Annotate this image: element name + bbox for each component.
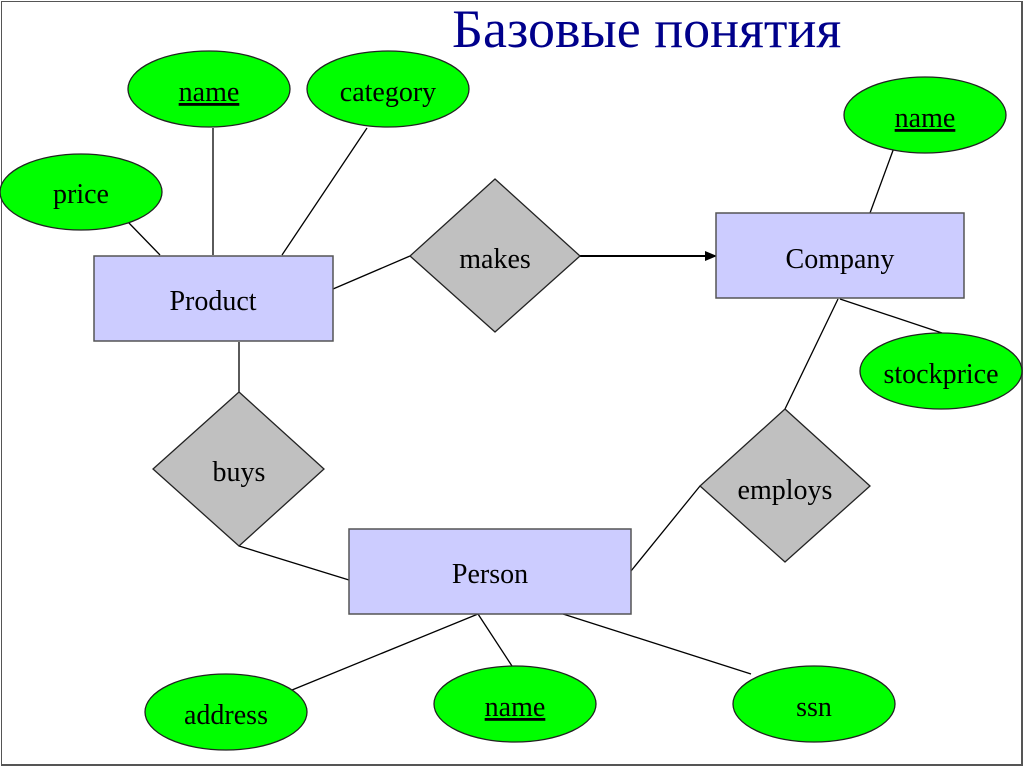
attribute-company-name-label: name <box>895 103 956 134</box>
attribute-product-category[interactable]: category <box>306 50 470 128</box>
attribute-product-name-label: name <box>179 77 240 108</box>
entity-company[interactable]: Company <box>715 212 965 299</box>
attribute-company-stockprice[interactable]: stockprice <box>859 332 1023 410</box>
entity-person[interactable]: Person <box>348 528 632 615</box>
attribute-person-address[interactable]: address <box>144 673 308 751</box>
attribute-product-price[interactable]: price <box>0 153 163 231</box>
connector-company-stockprice <box>839 298 943 334</box>
er-diagram: Product Company Person makes buys employ… <box>0 50 1023 751</box>
connector-product-category <box>281 127 368 256</box>
relationship-buys-label: buys <box>213 457 266 488</box>
connector-person-address <box>291 613 479 691</box>
attribute-company-name[interactable]: name <box>843 76 1007 154</box>
connector-person-ssn <box>562 613 752 675</box>
attribute-person-name-label: name <box>485 692 546 723</box>
attribute-company-stockprice-label: stockprice <box>883 359 998 390</box>
relationship-makes[interactable]: makes <box>409 178 581 333</box>
connector-buys-person <box>238 545 350 581</box>
entity-product-label: Product <box>169 286 256 317</box>
slide: Базовые понятия Product Company Person m… <box>0 0 1024 768</box>
entity-person-label: Person <box>452 559 528 590</box>
connector-product-price <box>127 221 161 256</box>
attribute-person-address-label: address <box>184 700 268 731</box>
attribute-person-ssn[interactable]: ssn <box>732 665 896 743</box>
attribute-person-ssn-label: ssn <box>796 692 832 723</box>
relationship-buys[interactable]: buys <box>152 391 325 547</box>
connector-company-employs <box>784 298 839 410</box>
relationship-makes-label: makes <box>459 244 531 275</box>
connector-person-employs <box>630 485 701 572</box>
connector-person-name <box>477 613 513 667</box>
attribute-product-name[interactable]: name <box>127 50 291 128</box>
entity-product[interactable]: Product <box>93 255 334 342</box>
relationship-employs-label: employs <box>738 475 833 506</box>
attribute-person-name[interactable]: name <box>433 665 597 743</box>
connector-product-makes <box>332 255 411 290</box>
entity-company-label: Company <box>786 244 895 275</box>
attribute-product-price-label: price <box>53 179 109 210</box>
connector-company-name <box>869 144 896 214</box>
relationship-employs[interactable]: employs <box>699 408 871 563</box>
attribute-product-category-label: category <box>340 77 436 108</box>
